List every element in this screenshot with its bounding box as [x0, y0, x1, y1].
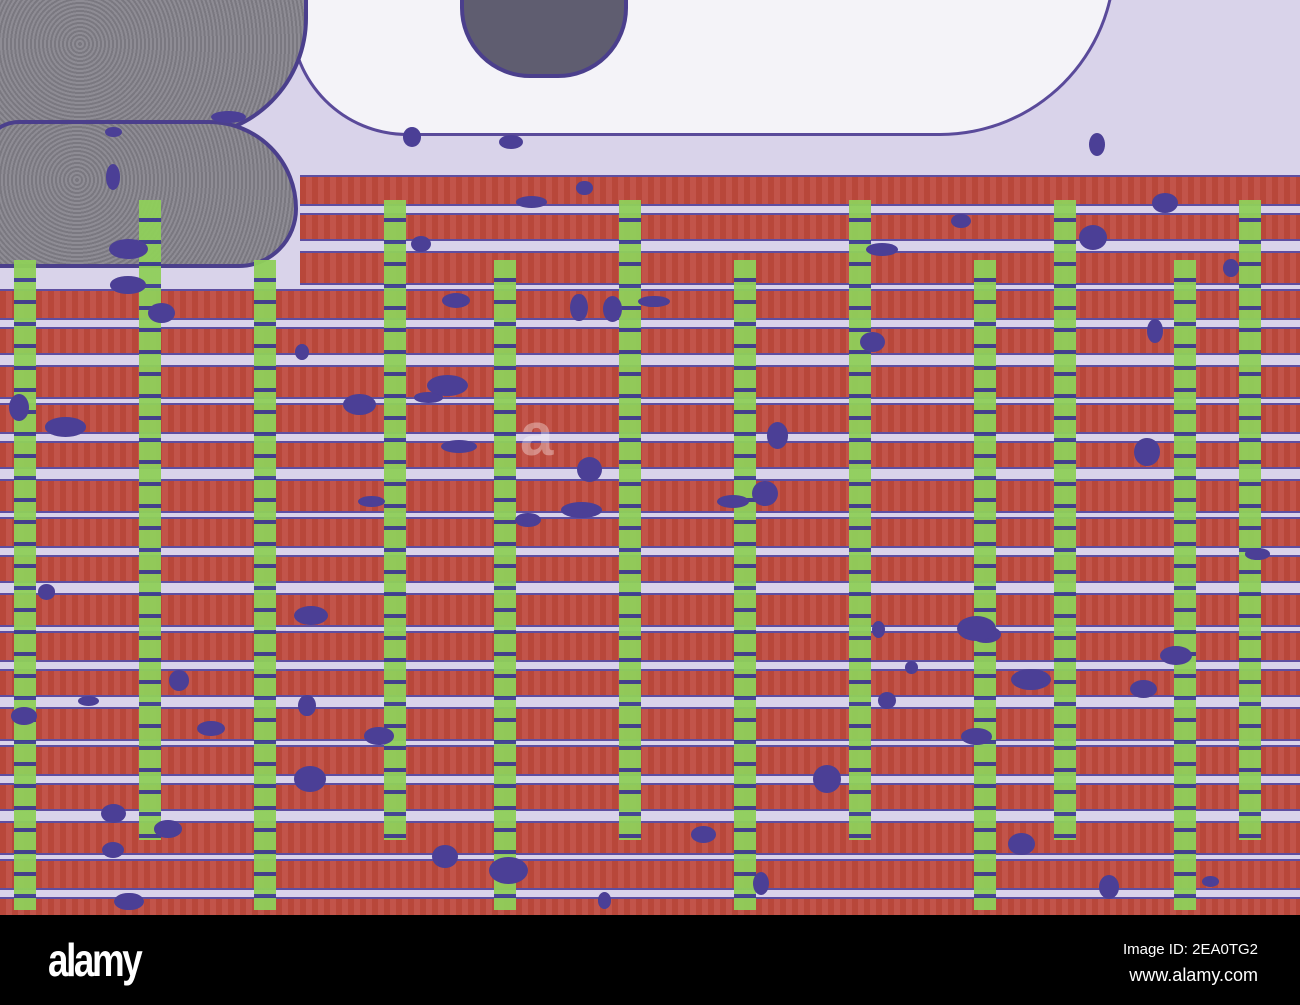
mitochondrion	[45, 417, 86, 437]
myofibril	[0, 517, 1300, 548]
nucleus	[0, 0, 308, 138]
mitochondrion	[441, 293, 470, 309]
z-disc	[1239, 200, 1261, 840]
z-disc	[619, 200, 641, 840]
micrograph-image: a	[0, 0, 1300, 915]
z-disc	[254, 260, 276, 910]
z-disc	[384, 200, 406, 840]
mitochondrion	[364, 727, 394, 745]
z-disc	[1054, 200, 1076, 840]
mitochondrion	[10, 707, 38, 725]
z-disc	[139, 200, 161, 840]
mitochondrion	[168, 670, 190, 691]
myofibril	[300, 251, 1300, 285]
myofibril	[0, 593, 1300, 627]
mitochondrion	[638, 295, 670, 308]
myofibril	[0, 707, 1300, 741]
z-disc	[1174, 260, 1196, 910]
mitochondrion	[357, 495, 385, 507]
mitochondrion	[602, 296, 622, 323]
mitochondrion	[766, 422, 789, 449]
mitochondrion	[294, 766, 326, 792]
mitochondrion	[153, 820, 182, 838]
mitochondrion	[691, 825, 717, 843]
mitochondrion	[859, 331, 885, 352]
mitochondrion	[77, 695, 100, 707]
mitochondrion	[1007, 832, 1035, 856]
mitochondrion	[560, 501, 602, 518]
z-disc	[974, 260, 996, 910]
vessel-lumen	[290, 0, 1116, 136]
mitochondrion	[866, 243, 899, 256]
mitochondrion	[516, 196, 548, 208]
myofibril	[0, 897, 1300, 915]
myofibril	[0, 745, 1300, 776]
z-disc	[849, 200, 871, 840]
mitochondrion	[1134, 438, 1160, 466]
mitochondrion	[147, 302, 175, 323]
mitochondrion	[294, 343, 309, 361]
mitochondrion	[104, 126, 122, 138]
mitochondrion	[1089, 132, 1106, 156]
mitochondrion	[110, 276, 147, 294]
stock-photo: a alamy Image ID: 2EA0TG2 www.alamy.com	[0, 0, 1300, 1005]
myofibril	[0, 479, 1300, 513]
myofibril	[0, 441, 1300, 469]
myofibril	[0, 365, 1300, 399]
mitochondrion	[101, 841, 125, 859]
myofibril	[300, 213, 1300, 241]
mitochondrion	[576, 181, 593, 196]
mitochondrion	[1152, 192, 1178, 213]
mitochondrion	[410, 235, 432, 253]
myofibril	[0, 821, 1300, 855]
mitochondrion	[403, 127, 422, 147]
mitochondrion	[1147, 318, 1163, 344]
mitochondrion	[1245, 548, 1271, 560]
z-disc	[494, 260, 516, 910]
mitochondrion	[576, 457, 603, 483]
myofibril	[300, 175, 1300, 206]
watermark: a	[520, 401, 553, 468]
mitochondrion	[37, 584, 56, 600]
alamy-logo[interactable]: alamy	[48, 933, 143, 987]
mitochondrion	[108, 238, 148, 260]
myofibril	[0, 403, 1300, 434]
mitochondrion	[440, 439, 478, 453]
mitochondrion	[1129, 680, 1157, 699]
site-url[interactable]: www.alamy.com	[1129, 965, 1258, 986]
image-id: Image ID: 2EA0TG2	[1122, 941, 1258, 958]
mitochondrion	[753, 872, 770, 896]
z-disc	[734, 260, 756, 910]
mitochondrion	[1079, 225, 1108, 250]
mitochondrion	[751, 480, 778, 507]
myofibril	[0, 327, 1300, 355]
myofibril	[0, 783, 1300, 811]
mitochondrion	[905, 661, 918, 674]
mitochondrion	[294, 606, 329, 625]
mitochondrion	[570, 293, 588, 322]
mitochondrion	[1160, 645, 1193, 665]
mitochondrion	[1098, 875, 1119, 899]
myofibril	[0, 555, 1300, 583]
z-disc	[14, 260, 36, 910]
mitochondrion	[298, 694, 316, 717]
mitochondrion	[432, 844, 458, 869]
myofibril	[0, 669, 1300, 697]
mitochondrion	[427, 375, 468, 397]
mitochondrion	[499, 135, 524, 150]
mitochondrion	[717, 494, 750, 508]
footer-bar: alamy Image ID: 2EA0TG2 www.alamy.com	[0, 915, 1300, 1005]
myofibril	[0, 631, 1300, 662]
